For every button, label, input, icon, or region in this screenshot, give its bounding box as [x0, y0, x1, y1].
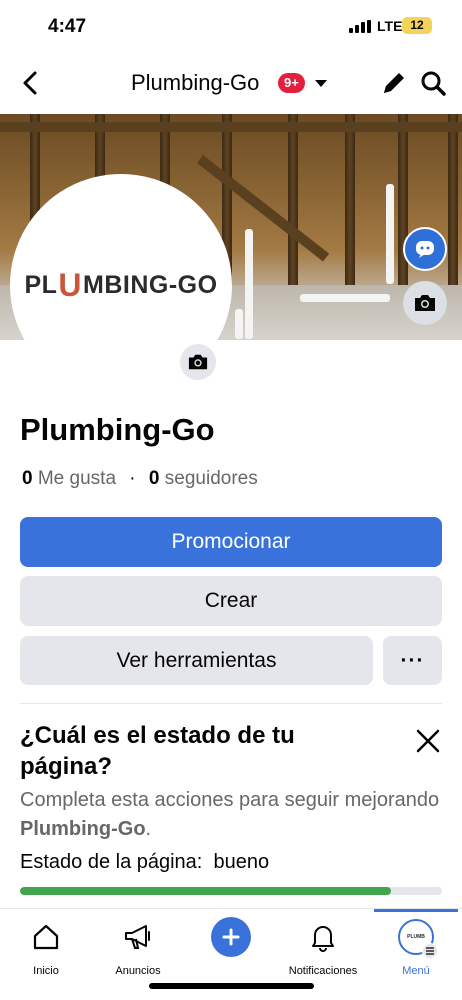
network-type: LTE [377, 18, 403, 34]
page-state-label: Estado de la página: [20, 851, 203, 873]
status-card-title: ¿Cuál es el estado de tu página? [20, 722, 295, 780]
stats-separator: · [129, 468, 136, 489]
menu-avatar-icon: PLUMB [398, 919, 438, 959]
page-state-value: bueno [213, 851, 270, 873]
notification-badge: 9+ [278, 73, 305, 93]
status-card-description: Completa esta acciones para seguir mejor… [20, 789, 440, 840]
plus-icon [211, 917, 251, 957]
menu-hamburger-icon [422, 943, 438, 959]
signal-icon [349, 20, 371, 33]
create-button[interactable]: Crear [20, 576, 442, 626]
page-state: Estado de la página: bueno [20, 851, 269, 874]
status-time: 4:47 [48, 16, 87, 37]
tab-home[interactable]: Inicio [0, 917, 92, 977]
likes-count: 0 [22, 468, 33, 489]
back-icon[interactable] [18, 68, 44, 98]
chevron-down-icon[interactable] [313, 76, 329, 90]
nav-title[interactable]: Plumbing-Go [131, 70, 259, 96]
divider [20, 703, 442, 704]
top-nav: Plumbing-Go 9+ [0, 56, 462, 112]
page-stats: 0 Me gusta · 0 seguidores [22, 468, 258, 490]
likes-label[interactable]: Me gusta [38, 468, 116, 489]
home-icon [0, 917, 92, 957]
megaphone-icon [92, 917, 184, 957]
profile-camera-icon[interactable] [178, 342, 218, 382]
promote-button[interactable]: Promocionar [20, 517, 442, 567]
tools-button[interactable]: Ver herramientas [20, 636, 373, 685]
cover-camera-icon[interactable] [403, 281, 447, 325]
tab-notifications[interactable]: Notificaciones [277, 917, 369, 977]
edit-icon[interactable] [380, 69, 408, 97]
logo: PL U MBING-GO [24, 266, 218, 303]
close-icon[interactable] [414, 727, 442, 755]
status-bar: 4:47 LTE 12 [0, 0, 462, 52]
page-name: Plumbing-Go [20, 412, 215, 447]
page-progress-fill [20, 887, 392, 895]
tab-create[interactable] [185, 917, 277, 965]
more-options-button[interactable]: ··· [383, 636, 442, 685]
tab-menu[interactable]: PLUMB Menú [370, 917, 462, 977]
chat-icon[interactable] [403, 227, 447, 271]
battery-icon: 12 [402, 17, 432, 34]
tab-ads[interactable]: Anuncios [92, 917, 184, 977]
bell-icon [277, 917, 369, 957]
page-progress-bar [20, 887, 442, 895]
home-indicator [149, 983, 314, 989]
search-icon[interactable] [419, 68, 447, 98]
followers-count: 0 [148, 468, 160, 489]
followers-label[interactable]: seguidores [165, 468, 258, 489]
active-tab-indicator [374, 909, 458, 912]
